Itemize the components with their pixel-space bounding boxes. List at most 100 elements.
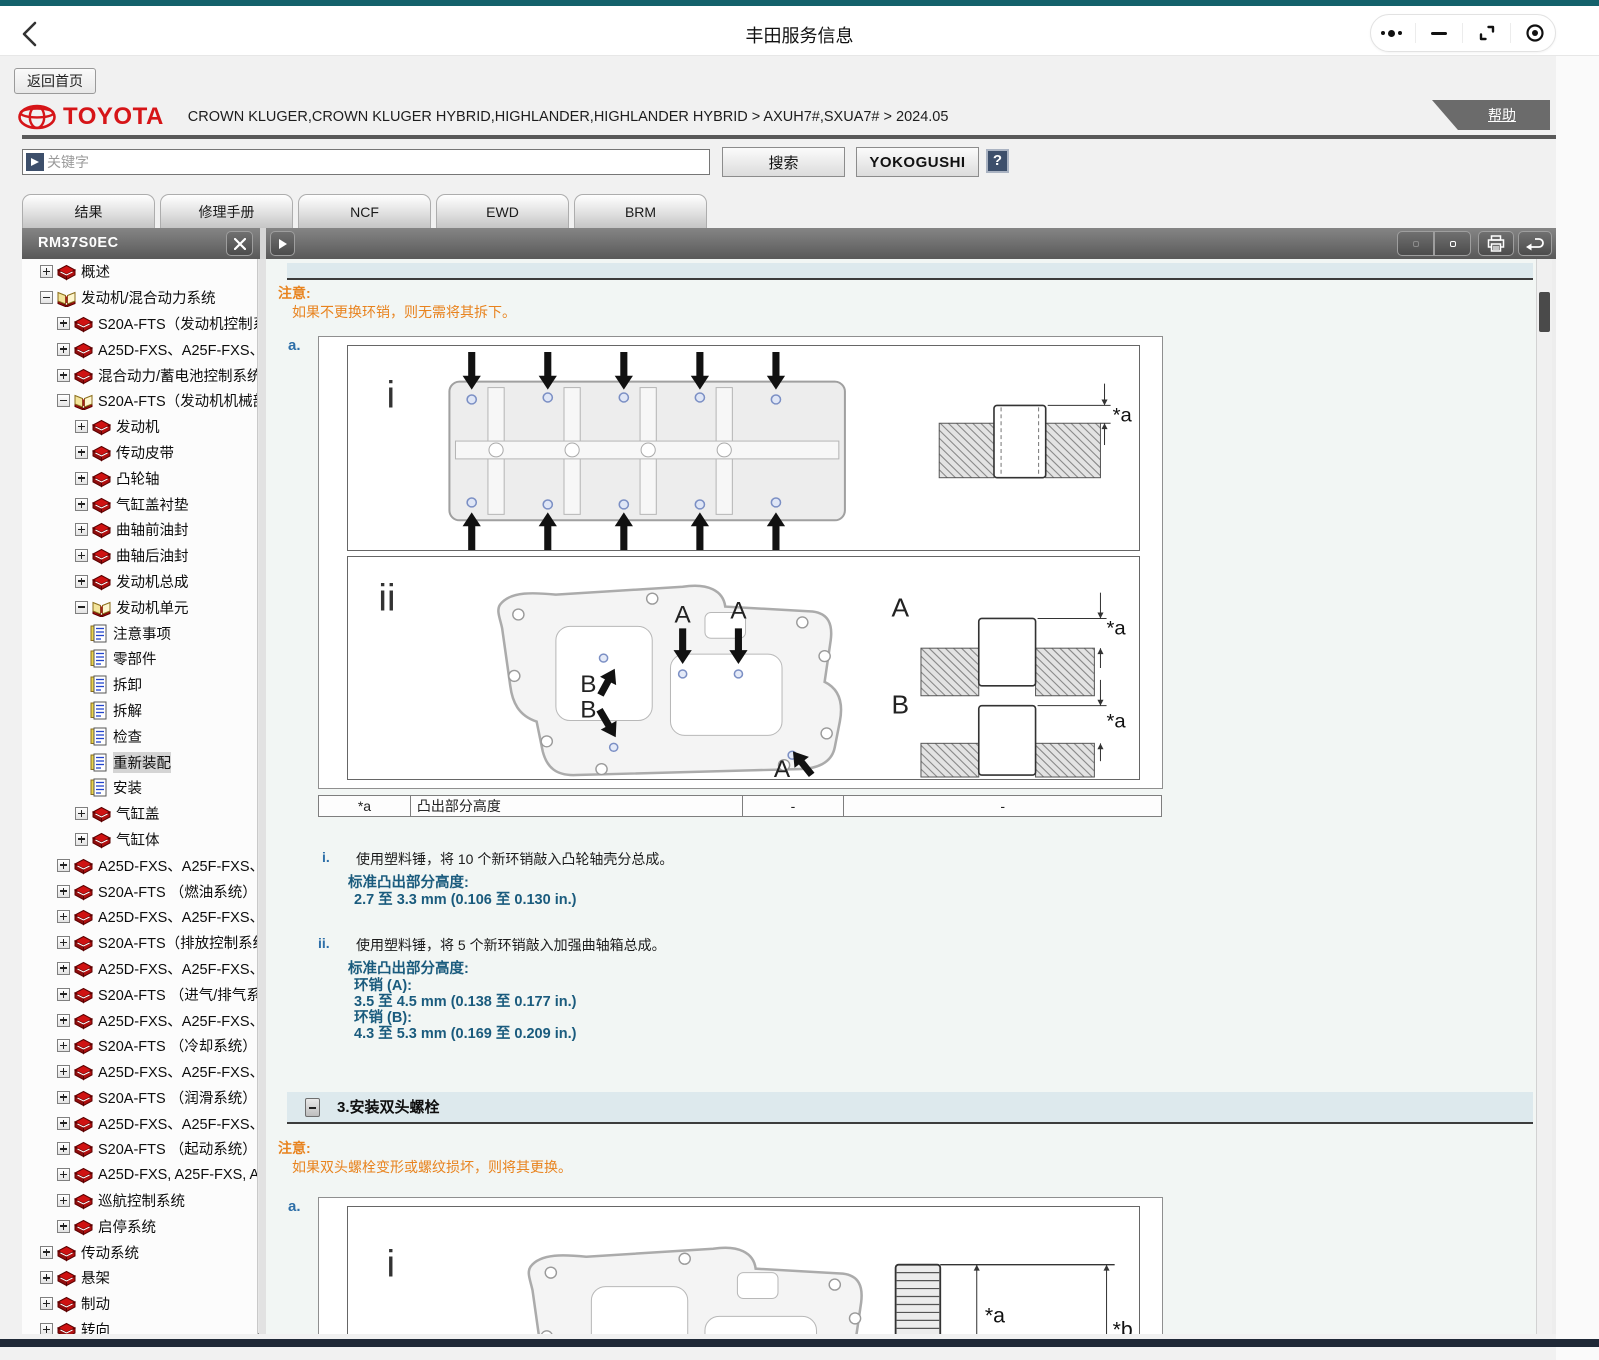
expand-icon[interactable] (57, 859, 70, 872)
sidebar-item[interactable]: A25D-FXS、A25F-FXS、 (22, 1007, 257, 1033)
sidebar-item-label[interactable]: 发动机总成 (116, 571, 189, 592)
sidebar-item-label[interactable]: S20A-FTS（发动机机械部 (98, 390, 258, 411)
sidebar-item[interactable]: 气缸盖 (22, 801, 257, 827)
expand-icon[interactable] (57, 369, 70, 382)
sidebar-item[interactable]: 悬架 (22, 1265, 257, 1291)
sidebar-item-label[interactable]: 发动机/混合动力系统 (81, 287, 216, 308)
sidebar-item-label[interactable]: 巡航控制系统 (98, 1190, 185, 1211)
expand-icon[interactable] (75, 420, 88, 433)
sidebar-item-label[interactable]: 气缸盖 (116, 803, 160, 824)
sidebar-item[interactable]: 重新装配 (22, 749, 257, 775)
sidebar-item-label[interactable]: 注意事项 (113, 623, 171, 644)
sidebar-item-label[interactable]: 悬架 (81, 1267, 110, 1288)
expand-icon[interactable] (57, 317, 70, 330)
expand-icon[interactable] (57, 1220, 70, 1233)
sidebar-item-label[interactable]: A25D-FXS、A25F-FXS、 (98, 906, 258, 927)
expand-icon[interactable] (57, 1065, 70, 1078)
sidebar-item-label[interactable]: 安装 (113, 777, 142, 798)
expand-icon[interactable] (57, 1168, 70, 1181)
search-help-button[interactable]: ? (986, 149, 1009, 173)
expand-icon[interactable] (57, 936, 70, 949)
sidebar-item[interactable]: S20A-FTS （进气/排气系 (22, 981, 257, 1007)
sidebar-item-label[interactable]: 检查 (113, 726, 142, 747)
sidebar-item-label[interactable]: 传动系统 (81, 1242, 139, 1263)
sidebar-item[interactable]: A25D-FXS、A25F-FXS、 (22, 1059, 257, 1085)
expand-icon[interactable] (75, 807, 88, 820)
expand-icon[interactable] (57, 988, 70, 1001)
expand-icon[interactable] (57, 1014, 70, 1027)
collapse-icon[interactable] (40, 291, 53, 304)
sidebar-item[interactable]: 气缸体 (22, 827, 257, 853)
expand-icon[interactable] (75, 446, 88, 459)
sidebar-item-label[interactable]: 混合动力/蓄电池控制系统 (98, 365, 258, 386)
close-document-icon[interactable] (226, 231, 253, 256)
sidebar-item-label[interactable]: S20A-FTS （起动系统） (98, 1138, 257, 1159)
sidebar-item-label[interactable]: 启停系统 (98, 1216, 156, 1237)
expand-icon[interactable] (57, 343, 70, 356)
sidebar-item-label[interactable]: 转向 (81, 1319, 110, 1334)
expand-icon[interactable] (57, 910, 70, 923)
sidebar-item[interactable]: 注意事项 (22, 620, 257, 646)
sidebar-item[interactable]: 拆卸 (22, 672, 257, 698)
sidebar-item[interactable]: A25D-FXS、A25F-FXS、 (22, 956, 257, 982)
restore-icon[interactable] (1470, 16, 1504, 50)
expand-icon[interactable] (40, 1323, 53, 1334)
sidebar-item[interactable]: S20A-FTS （燃油系统） (22, 878, 257, 904)
sidebar-item-label[interactable]: 气缸盖衬垫 (116, 494, 189, 515)
tab-5[interactable]: BRM (574, 194, 707, 228)
sidebar-item[interactable]: 凸轮轴 (22, 465, 257, 491)
sidebar-item[interactable]: S20A-FTS （润滑系统） (22, 1085, 257, 1111)
sidebar-item-label[interactable]: 曲轴后油封 (116, 545, 189, 566)
sidebar-item-label[interactable]: 拆卸 (113, 674, 142, 695)
sidebar-item-label[interactable]: 发动机单元 (116, 597, 189, 618)
tab-3[interactable]: NCF (298, 194, 431, 228)
expand-icon[interactable] (57, 1117, 70, 1130)
expand-icon[interactable] (40, 1271, 53, 1284)
sidebar-item-label[interactable]: S20A-FTS （进气/排气系 (98, 984, 258, 1005)
sidebar-item-label[interactable]: 发动机 (116, 416, 160, 437)
expand-icon[interactable] (75, 498, 88, 511)
sidebar-item-label[interactable]: S20A-FTS（发动机控制系 (98, 313, 258, 334)
exit-target-icon[interactable] (1518, 16, 1552, 50)
sidebar-item[interactable]: S20A-FTS（排放控制系统 (22, 930, 257, 956)
expand-panel-icon[interactable] (270, 231, 295, 256)
sidebar-item-label[interactable]: A25D-FXS、A25F-FXS、 (98, 339, 258, 360)
sidebar-item-label[interactable]: 制动 (81, 1293, 110, 1314)
sidebar-item-label[interactable]: 气缸体 (116, 829, 160, 850)
sidebar-item[interactable]: 安装 (22, 775, 257, 801)
scrollbar-thumb[interactable] (1539, 292, 1550, 332)
search-input[interactable] (47, 150, 707, 174)
minimize-icon[interactable] (1422, 16, 1456, 50)
sidebar-item[interactable]: A25D-FXS、A25F-FXS、 (22, 904, 257, 930)
sidebar-item[interactable]: S20A-FTS（发动机机械部 (22, 388, 257, 414)
sidebar-item[interactable]: 制动 (22, 1291, 257, 1317)
sidebar-item[interactable]: A25D-FXS、A25F-FXS、 (22, 1110, 257, 1136)
expand-icon[interactable] (57, 1142, 70, 1155)
content-scrollbar[interactable] (1536, 259, 1552, 1334)
expand-icon[interactable] (75, 523, 88, 536)
sidebar-item[interactable]: 曲轴后油封 (22, 543, 257, 569)
expand-icon[interactable] (75, 472, 88, 485)
sidebar-item[interactable]: 转向 (22, 1317, 257, 1334)
sidebar-item[interactable]: 发动机 (22, 414, 257, 440)
sidebar-item-label[interactable]: 重新装配 (113, 752, 171, 773)
tab-2[interactable]: 修理手册 (160, 194, 293, 228)
sidebar-item[interactable]: S20A-FTS （冷却系统） (22, 1033, 257, 1059)
expand-icon[interactable] (57, 1039, 70, 1052)
collapse-all-button[interactable] (1434, 231, 1471, 256)
sidebar-item-label[interactable]: A25D-FXS、A25F-FXS、 (98, 1113, 258, 1134)
sidebar-item-label[interactable]: S20A-FTS （润滑系统） (98, 1087, 257, 1108)
collapse-section-icon[interactable] (305, 1098, 320, 1117)
sidebar-item[interactable]: 发动机/混合动力系统 (22, 285, 257, 311)
expand-icon[interactable] (57, 885, 70, 898)
tab-1[interactable]: 结果 (22, 194, 155, 228)
sidebar-item[interactable]: 启停系统 (22, 1213, 257, 1239)
sidebar-item-label[interactable]: A25D-FXS、A25F-FXS、 (98, 958, 258, 979)
sidebar-item[interactable]: 拆解 (22, 698, 257, 724)
sidebar-item[interactable]: 发动机总成 (22, 569, 257, 595)
sidebar-item[interactable]: A25D-FXS、A25F-FXS、 (22, 852, 257, 878)
sidebar-item[interactable]: 气缸盖衬垫 (22, 491, 257, 517)
tab-4[interactable]: EWD (436, 194, 569, 228)
collapse-icon[interactable] (57, 394, 70, 407)
expand-icon[interactable] (57, 1091, 70, 1104)
